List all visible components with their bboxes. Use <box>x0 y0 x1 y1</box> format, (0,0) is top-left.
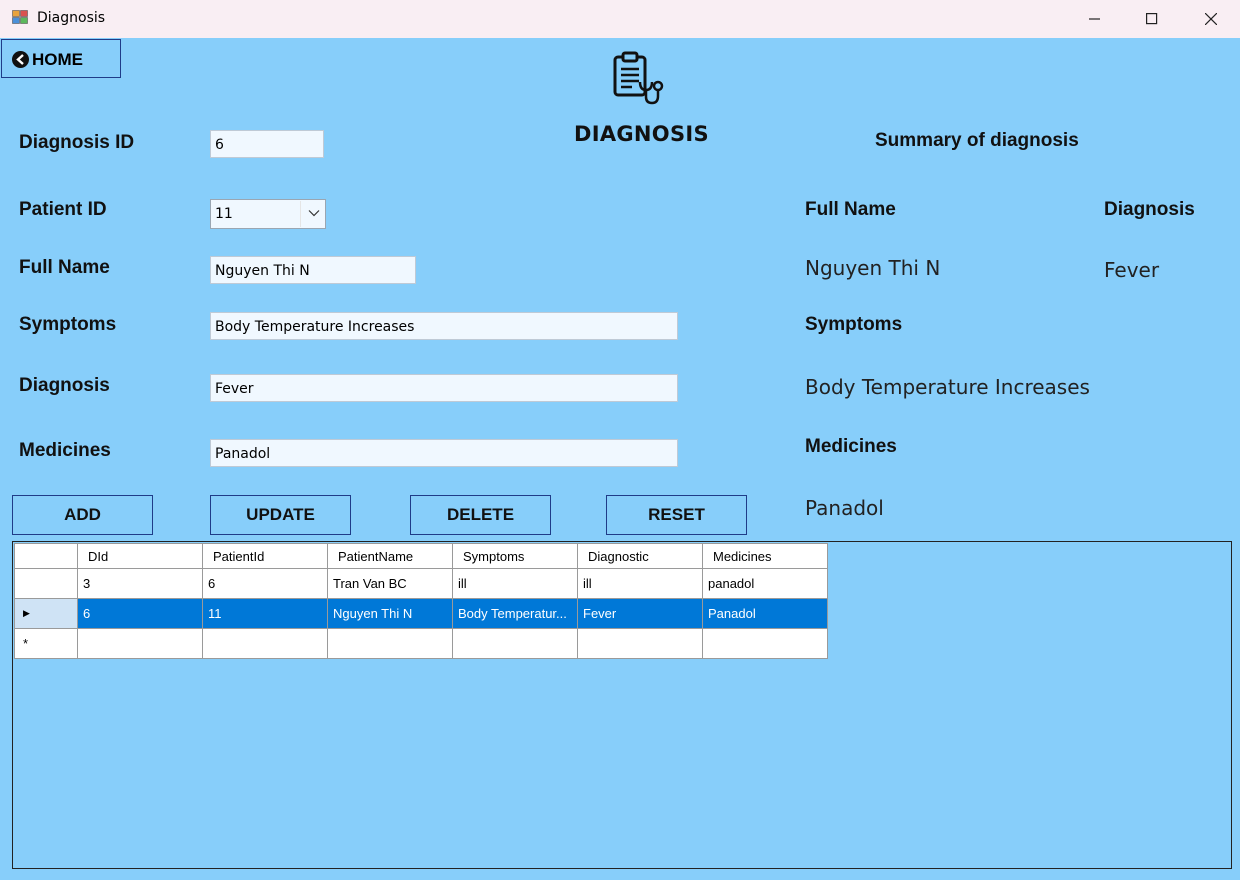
window-title: Diagnosis <box>37 10 106 26</box>
summary-medicines-value: Panadol <box>805 496 884 520</box>
home-label: HOME <box>32 50 83 69</box>
summary-symptoms-label: Symptoms <box>805 314 903 335</box>
table-cell[interactable]: panadol <box>702 568 828 599</box>
table-cell[interactable]: 6 <box>202 568 328 599</box>
app-icon <box>12 10 29 25</box>
table-header-row: DId PatientId PatientName Symptoms Diagn… <box>14 543 828 569</box>
summary-diagnosis-value: Fever <box>1104 258 1160 282</box>
row-header-new-marker[interactable]: * <box>14 628 78 659</box>
medicines-label: Medicines <box>19 440 111 461</box>
patient-id-select[interactable]: 11 <box>210 199 326 229</box>
column-header-patientid[interactable]: PatientId <box>202 543 328 569</box>
maximize-icon <box>1146 13 1158 25</box>
table-cell[interactable]: 11 <box>202 598 328 629</box>
close-button[interactable] <box>1182 0 1240 38</box>
client-area: HOME DIAGNOSIS Diagnosis ID 6 Patient ID… <box>0 38 1240 880</box>
full-name-label: Full Name <box>19 257 110 278</box>
table-cell[interactable]: Panadol <box>702 598 828 629</box>
summary-diagnosis-label: Diagnosis <box>1104 199 1195 220</box>
table-cell[interactable] <box>452 628 578 659</box>
close-icon <box>1205 13 1217 25</box>
summary-full-name-value: Nguyen Thi N <box>805 256 941 280</box>
column-header-medicines[interactable]: Medicines <box>702 543 828 569</box>
table-cell[interactable] <box>202 628 328 659</box>
table-cell[interactable]: 6 <box>77 598 203 629</box>
reset-button[interactable]: RESET <box>606 495 747 535</box>
summary-symptoms-value: Body Temperature Increases <box>805 375 1090 399</box>
summary-title: Summary of diagnosis <box>875 130 1079 151</box>
delete-button[interactable]: DELETE <box>410 495 551 535</box>
diagnosis-id-label: Diagnosis ID <box>19 132 135 153</box>
page-title: DIAGNOSIS <box>574 122 709 146</box>
table-row-selected[interactable]: ▶ 6 11 Nguyen Thi N Body Temperatur... F… <box>14 598 828 629</box>
table-cell[interactable]: ill <box>452 568 578 599</box>
patient-id-label: Patient ID <box>19 199 107 220</box>
table-cell[interactable] <box>702 628 828 659</box>
maximize-button[interactable] <box>1123 0 1181 38</box>
medicines-field[interactable]: Panadol <box>210 439 678 467</box>
row-header-corner <box>14 543 78 569</box>
diagnosis-table: DId PatientId PatientName Symptoms Diagn… <box>14 543 828 659</box>
minimize-button[interactable] <box>1066 0 1124 38</box>
table-cell[interactable] <box>327 628 453 659</box>
column-header-did[interactable]: DId <box>77 543 203 569</box>
table-cell[interactable]: Body Temperatur... <box>452 598 578 629</box>
diagnosis-grid[interactable]: DId PatientId PatientName Symptoms Diagn… <box>12 541 1232 869</box>
full-name-field[interactable]: Nguyen Thi N <box>210 256 416 284</box>
table-new-row[interactable]: * <box>14 628 828 659</box>
table-cell[interactable]: 3 <box>77 568 203 599</box>
home-button[interactable]: HOME <box>1 39 121 78</box>
table-cell[interactable] <box>77 628 203 659</box>
summary-full-name-label: Full Name <box>805 199 896 220</box>
symptoms-label: Symptoms <box>19 314 117 335</box>
column-header-patientname[interactable]: PatientName <box>327 543 453 569</box>
column-header-diagnostic[interactable]: Diagnostic <box>577 543 703 569</box>
back-arrow-icon <box>12 51 29 68</box>
patient-id-value: 11 <box>215 206 233 222</box>
chevron-down-icon <box>308 210 320 217</box>
table-row[interactable]: 3 6 Tran Van BC ill ill panadol <box>14 568 828 599</box>
table-cell[interactable]: ill <box>577 568 703 599</box>
add-button[interactable]: ADD <box>12 495 153 535</box>
table-cell[interactable]: Tran Van BC <box>327 568 453 599</box>
title-bar: Diagnosis <box>0 0 1240 38</box>
diagnosis-field[interactable]: Fever <box>210 374 678 402</box>
update-button[interactable]: UPDATE <box>210 495 351 535</box>
symptoms-field[interactable]: Body Temperature Increases <box>210 312 678 340</box>
table-cell[interactable]: Fever <box>577 598 703 629</box>
summary-medicines-label: Medicines <box>805 436 897 457</box>
column-header-symptoms[interactable]: Symptoms <box>452 543 578 569</box>
table-cell[interactable] <box>577 628 703 659</box>
table-cell[interactable]: Nguyen Thi N <box>327 598 453 629</box>
select-separator <box>300 201 301 227</box>
row-header[interactable] <box>14 568 78 599</box>
row-header-current-marker[interactable]: ▶ <box>14 598 78 629</box>
clipboard-stethoscope-icon <box>610 50 664 106</box>
diagnosis-label: Diagnosis <box>19 375 110 396</box>
minimize-icon <box>1089 18 1100 20</box>
diagnosis-id-field[interactable]: 6 <box>210 130 324 158</box>
